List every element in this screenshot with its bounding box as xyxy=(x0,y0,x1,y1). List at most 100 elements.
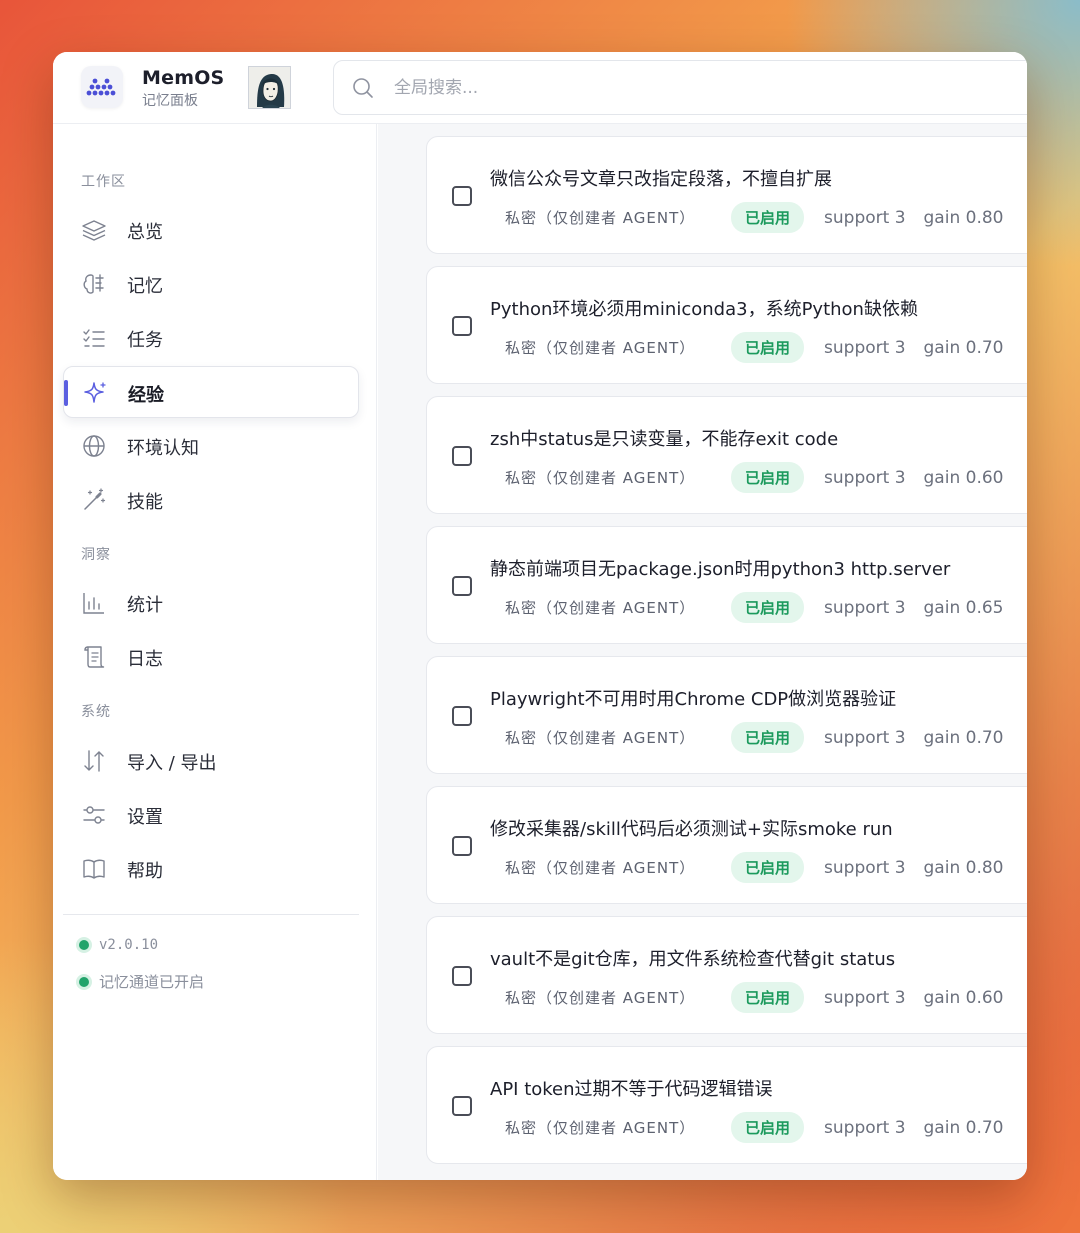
sidebar-item-environment[interactable]: 环境认知 xyxy=(63,420,359,472)
scope-label: 私密（仅创建者 AGENT） xyxy=(505,1119,696,1137)
scope-label: 私密（仅创建者 AGENT） xyxy=(505,339,696,357)
select-checkbox[interactable] xyxy=(452,706,472,726)
support-count: support 3 xyxy=(824,467,906,488)
experience-meta: 私密（仅创建者 AGENT） 已启用 support 3 gain 0.70 xyxy=(505,1112,1003,1143)
list-item[interactable]: vault不是git仓库，用文件系统检查代替git status 私密（仅创建者… xyxy=(426,916,1027,1034)
experience-title: Python环境必须用miniconda3，系统Python缺依赖 xyxy=(490,299,918,320)
section-title-insights: 洞察 xyxy=(81,547,111,563)
status-badge: 已启用 xyxy=(731,592,805,623)
brand-subtitle: 记忆面板 xyxy=(142,93,198,109)
status-badge: 已启用 xyxy=(731,1112,805,1143)
arrows-up-down-icon xyxy=(84,750,104,772)
gain-value: gain 0.60 xyxy=(923,987,1004,1008)
gain-value: gain 0.65 xyxy=(923,597,1004,618)
sidebar-item-experience[interactable]: 经验 xyxy=(63,366,359,418)
support-count: support 3 xyxy=(824,337,906,358)
sidebar-item-import-export[interactable]: 导入 / 导出 xyxy=(63,735,359,787)
bar-chart-icon xyxy=(83,593,104,614)
gain-value: gain 0.70 xyxy=(923,337,1004,358)
select-checkbox[interactable] xyxy=(452,836,472,856)
sidebar-item-label: 统计 xyxy=(127,595,163,616)
experience-meta: 私密（仅创建者 AGENT） 已启用 support 3 gain 0.65 xyxy=(505,592,1003,623)
global-search[interactable] xyxy=(333,60,1027,115)
experience-title: vault不是git仓库，用文件系统检查代替git status xyxy=(490,949,896,970)
support-count: support 3 xyxy=(824,207,906,228)
experience-meta: 私密（仅创建者 AGENT） 已启用 support 3 gain 0.60 xyxy=(505,462,1003,493)
status-badge: 已启用 xyxy=(731,202,805,233)
list-item[interactable]: API token过期不等于代码逻辑错误 私密（仅创建者 AGENT） 已启用 … xyxy=(426,1046,1027,1164)
list-item[interactable]: 修改采集器/skill代码后必须测试+实际smoke run 私密（仅创建者 A… xyxy=(426,786,1027,904)
app-window: MemOS 记忆面板 工作区 xyxy=(53,52,1027,1180)
top-bar: MemOS 记忆面板 xyxy=(53,52,1027,124)
brain-icon xyxy=(83,274,104,294)
select-checkbox[interactable] xyxy=(452,186,472,206)
support-count: support 3 xyxy=(824,1117,906,1138)
experience-meta: 私密（仅创建者 AGENT） 已启用 support 3 gain 0.70 xyxy=(505,332,1003,363)
experience-meta: 私密（仅创建者 AGENT） 已启用 support 3 gain 0.80 xyxy=(505,202,1003,233)
sliders-icon xyxy=(83,806,105,824)
support-count: support 3 xyxy=(824,987,906,1008)
sidebar-item-help[interactable]: 帮助 xyxy=(63,843,359,895)
memos-logo[interactable] xyxy=(81,66,123,108)
channel-status: 记忆通道已开启 xyxy=(79,971,204,992)
sidebar-item-memory[interactable]: 记忆 xyxy=(63,258,359,310)
scope-label: 私密（仅创建者 AGENT） xyxy=(505,729,696,747)
avatar[interactable] xyxy=(248,66,291,109)
book-icon xyxy=(83,859,105,879)
list-item[interactable]: 静态前端项目无package.json时用python3 http.server… xyxy=(426,526,1027,644)
scope-label: 私密（仅创建者 AGENT） xyxy=(505,859,696,877)
scope-label: 私密（仅创建者 AGENT） xyxy=(505,209,696,227)
version-status: v2.0.10 xyxy=(79,937,158,953)
experience-title: 静态前端项目无package.json时用python3 http.server xyxy=(490,559,951,580)
checklist-icon xyxy=(83,329,105,347)
list-item[interactable]: Python环境必须用miniconda3，系统Python缺依赖 私密（仅创建… xyxy=(426,266,1027,384)
search-icon xyxy=(353,78,373,98)
sidebar-item-label: 总览 xyxy=(127,222,163,243)
list-item[interactable]: 微信公众号文章只改指定段落，不擅自扩展 私密（仅创建者 AGENT） 已启用 s… xyxy=(426,136,1027,254)
sidebar-item-label: 记忆 xyxy=(127,276,163,297)
select-checkbox[interactable] xyxy=(452,576,472,596)
brand-name: MemOS xyxy=(142,67,225,89)
experience-title: zsh中status是只读变量，不能存exit code xyxy=(490,429,839,450)
sidebar-item-overview[interactable]: 总览 xyxy=(63,204,359,256)
channel-status-label: 记忆通道已开启 xyxy=(99,973,205,991)
sidebar-item-stats[interactable]: 统计 xyxy=(63,577,359,629)
scope-label: 私密（仅创建者 AGENT） xyxy=(505,599,696,617)
select-checkbox[interactable] xyxy=(452,1096,472,1116)
gain-value: gain 0.70 xyxy=(923,1117,1004,1138)
status-dot xyxy=(79,940,89,950)
sidebar-item-skills[interactable]: 技能 xyxy=(63,474,359,526)
layers-icon xyxy=(82,220,106,241)
section-title-workspace: 工作区 xyxy=(81,174,126,190)
sidebar-item-label: 日志 xyxy=(127,649,163,670)
sidebar-item-settings[interactable]: 设置 xyxy=(63,789,359,841)
list-item[interactable]: zsh中status是只读变量，不能存exit code 私密（仅创建者 AGE… xyxy=(426,396,1027,514)
gain-value: gain 0.60 xyxy=(923,467,1004,488)
experience-title: 微信公众号文章只改指定段落，不擅自扩展 xyxy=(490,169,832,190)
active-indicator xyxy=(64,380,68,406)
magic-wand-icon xyxy=(84,488,106,510)
experience-title: API token过期不等于代码逻辑错误 xyxy=(490,1079,773,1100)
sidebar-item-label: 帮助 xyxy=(127,861,163,882)
status-badge: 已启用 xyxy=(731,852,805,883)
sidebar-item-label: 经验 xyxy=(128,385,164,406)
scope-label: 私密（仅创建者 AGENT） xyxy=(505,469,696,487)
status-badge: 已启用 xyxy=(731,982,805,1013)
memos-logo-icon xyxy=(86,78,116,96)
experience-list: 微信公众号文章只改指定段落，不擅自扩展 私密（仅创建者 AGENT） 已启用 s… xyxy=(378,124,1027,1180)
sidebar: 工作区 总览 记忆 任务 经验 环境认知 技能 洞察 统计 日志 系统 导入 /… xyxy=(53,124,377,1180)
support-count: support 3 xyxy=(824,857,906,878)
select-checkbox[interactable] xyxy=(452,316,472,336)
sparkle-icon xyxy=(84,382,106,403)
section-title-system: 系统 xyxy=(81,704,111,720)
sidebar-item-logs[interactable]: 日志 xyxy=(63,631,359,683)
sidebar-item-tasks[interactable]: 任务 xyxy=(63,312,359,364)
scope-label: 私密（仅创建者 AGENT） xyxy=(505,989,696,1007)
select-checkbox[interactable] xyxy=(452,966,472,986)
search-input[interactable] xyxy=(394,61,994,114)
sidebar-item-label: 技能 xyxy=(127,492,163,513)
experience-title: Playwright不可用时用Chrome CDP做浏览器验证 xyxy=(490,689,897,710)
list-item[interactable]: Playwright不可用时用Chrome CDP做浏览器验证 私密（仅创建者 … xyxy=(426,656,1027,774)
gain-value: gain 0.70 xyxy=(923,727,1004,748)
select-checkbox[interactable] xyxy=(452,446,472,466)
